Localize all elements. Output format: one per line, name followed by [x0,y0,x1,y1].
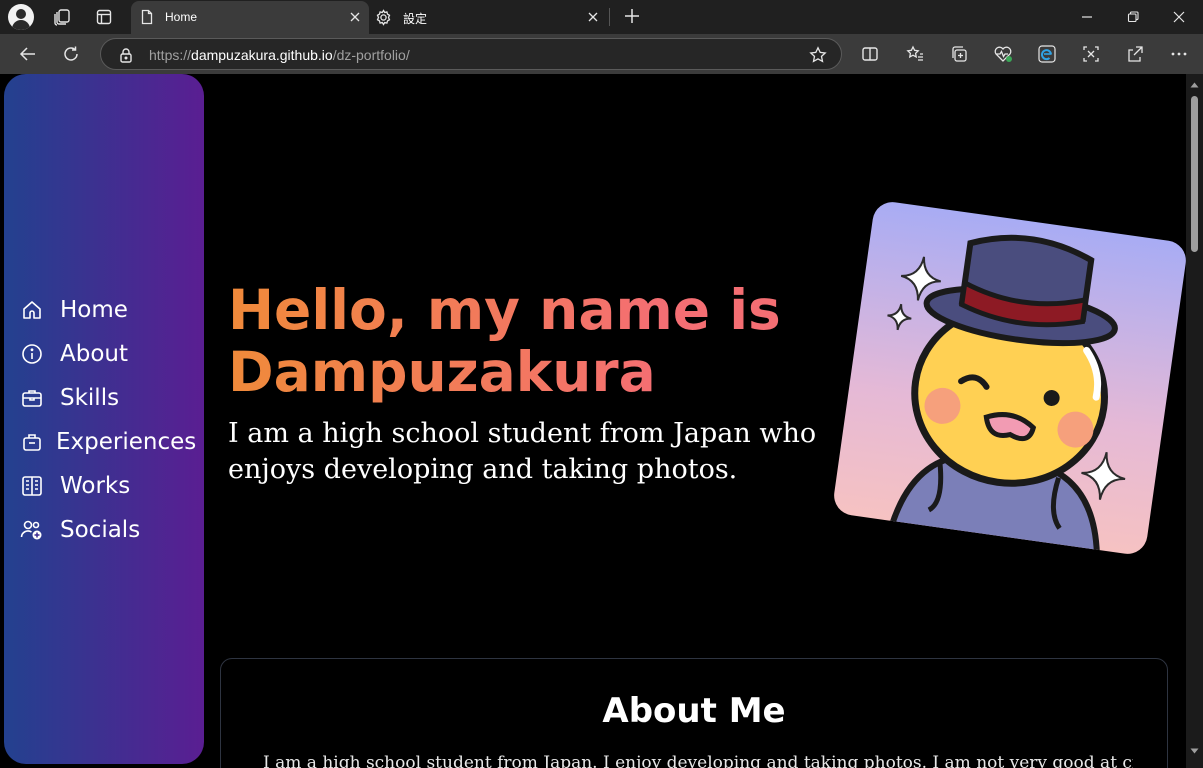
tab-title: 設定 [403,12,428,26]
about-text: I am a high school student from Japan. I… [263,753,1133,768]
plus-icon [625,9,639,23]
tab-title: Home [165,10,198,24]
gear-icon [375,9,392,29]
restore-button[interactable] [1110,0,1156,34]
people-add-icon [20,518,44,542]
edge-extension-button[interactable] [1032,40,1062,68]
sidebar-item-experiences[interactable]: Experiences [20,427,196,457]
profile-illustration [831,199,1189,557]
favorites-button[interactable] [900,40,930,68]
workspaces-button[interactable] [47,3,77,31]
profile-avatar[interactable] [8,4,34,30]
sidebar-item-socials[interactable]: Socials [20,515,140,545]
suitcase-icon [20,430,44,454]
minimize-icon [1082,16,1092,18]
share-button[interactable] [1120,40,1150,68]
heart-pulse-icon [994,46,1012,62]
tab-bar: Home 設定 [0,0,1203,34]
more-menu-button[interactable] [1164,40,1194,68]
page-icon [139,9,155,28]
close-icon [1173,11,1185,23]
vertical-tabs-button[interactable] [89,3,119,31]
sidebar-item-label: Skills [60,385,120,411]
sidebar-nav: Home About Skills Experiences Works Soci… [4,74,204,764]
scroll-down-arrow-icon[interactable] [1190,748,1199,754]
screenshot-button[interactable] [1076,40,1106,68]
restore-icon [1127,11,1139,23]
info-icon [20,342,44,366]
close-icon[interactable] [347,9,363,25]
tab-settings[interactable]: 設定 [369,1,607,34]
back-button[interactable] [13,40,43,68]
more-dots-icon [1171,52,1187,56]
hero-subtitle: I am a high school student from Japan wh… [228,418,817,485]
page-scrollbar[interactable] [1186,74,1203,768]
back-arrow-icon [19,47,35,61]
tab-home[interactable]: Home [131,1,369,34]
split-screen-icon [862,47,878,61]
refresh-button[interactable] [56,40,86,68]
tab-separator [609,8,610,26]
split-screen-button[interactable] [855,40,885,68]
sidebar-item-label: Socials [60,517,141,543]
page-content: Home About Skills Experiences Works Soci… [0,74,1203,768]
sidebar-item-label: About [60,341,129,367]
share-icon [1128,46,1143,62]
sidebar-item-label: Home [60,297,128,323]
new-tab-button[interactable] [620,4,644,28]
screenshot-icon [1083,46,1099,62]
minimize-button[interactable] [1064,0,1110,34]
edge-icon [1038,45,1056,63]
tab-actions-icon [96,9,112,25]
address-bar[interactable]: https://dampuzakura.github.io/dz-portfol… [100,38,842,70]
sidebar-item-works[interactable]: Works [20,471,130,501]
about-section: About Me I am a high school student from… [220,658,1168,768]
workspaces-icon [54,9,70,26]
collections-button[interactable] [944,40,974,68]
about-heading: About Me [602,691,786,731]
favorites-list-icon [906,45,923,61]
sidebar-item-about[interactable]: About [20,339,128,369]
toolbar: https://dampuzakura.github.io/dz-portfol… [0,34,1203,74]
sidebar-item-home[interactable]: Home [20,295,128,325]
favorite-star-icon[interactable] [809,46,827,69]
browser-essentials-button[interactable] [988,40,1018,68]
collections-icon [952,46,967,62]
lock-icon[interactable] [119,47,133,68]
close-icon[interactable] [585,9,601,25]
scroll-thumb[interactable] [1191,96,1198,252]
sidebar-item-label: Experiences [56,429,197,455]
refresh-icon [64,46,78,61]
home-icon [20,298,44,322]
url-text: https://dampuzakura.github.io/dz-portfol… [149,47,410,63]
briefcase-icon [20,386,44,410]
scroll-up-arrow-icon[interactable] [1190,82,1199,88]
close-window-button[interactable] [1156,0,1202,34]
works-icon [20,474,44,498]
sidebar-item-skills[interactable]: Skills [20,383,119,413]
hero-title: Hello, my name is Dampuzakura [228,279,848,403]
sidebar-item-label: Works [60,473,131,499]
